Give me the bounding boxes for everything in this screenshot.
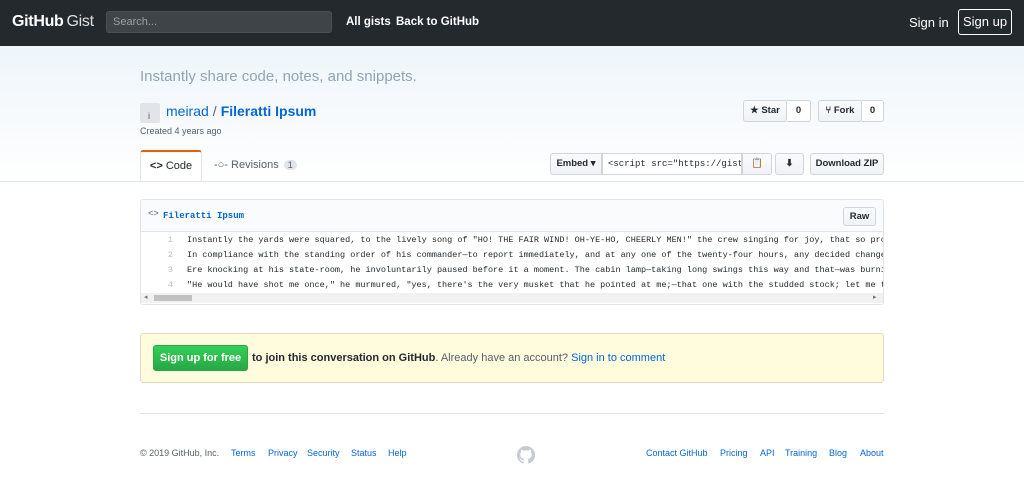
sign-in-link[interactable]: Sign in bbox=[909, 15, 949, 30]
title-separator: / bbox=[212, 103, 217, 119]
sign-up-free-button[interactable]: Sign up for free bbox=[153, 345, 248, 371]
github-mark-icon[interactable] bbox=[517, 446, 535, 464]
footer-copyright: © 2019 GitHub, Inc. bbox=[140, 448, 220, 458]
scroll-left-icon[interactable]: ◂ bbox=[144, 293, 148, 301]
download-icon: ⬇ bbox=[785, 158, 794, 169]
line-number[interactable]: 4 bbox=[141, 278, 173, 293]
logo-github-text: GitHub bbox=[12, 13, 64, 30]
scrollbar-thumb[interactable] bbox=[154, 295, 192, 301]
copy-button[interactable]: 📋 bbox=[742, 153, 772, 175]
star-button[interactable]: ★ Star bbox=[743, 100, 787, 122]
fork-label: Fork bbox=[833, 105, 855, 116]
line-text: Instantly the yards were squared, to the… bbox=[187, 235, 883, 245]
github-gist-logo[interactable]: GitHub Gist bbox=[12, 13, 94, 31]
comment-mid-text: . Already have an account? bbox=[435, 352, 572, 364]
created-time: Created 4 years ago bbox=[140, 126, 222, 136]
code-line: 4 "He would have shot me once," he murmur… bbox=[141, 278, 883, 293]
code-line: 3 Ere knocking at his state-room, he invo… bbox=[141, 263, 883, 278]
footer-help[interactable]: Help bbox=[388, 448, 407, 458]
footer-privacy[interactable]: Privacy bbox=[268, 448, 298, 458]
avatar[interactable]: i bbox=[140, 103, 160, 123]
footer-about[interactable]: About bbox=[860, 448, 884, 458]
footer-security[interactable]: Security bbox=[307, 448, 340, 458]
tagline: Instantly share code, notes, and snippet… bbox=[140, 68, 417, 85]
embed-select[interactable]: Embed ▾ bbox=[550, 153, 602, 175]
tab-code-label: Code bbox=[165, 160, 193, 172]
footer-divider bbox=[140, 413, 884, 414]
file-code-icon: <> bbox=[148, 209, 159, 219]
line-text: "He would have shot me once," he murmure… bbox=[187, 280, 883, 290]
line-number[interactable]: 2 bbox=[141, 248, 173, 263]
tab-revisions[interactable]: -○- Revisions 1 bbox=[214, 159, 297, 171]
star-count[interactable]: 0 bbox=[787, 100, 811, 122]
scroll-right-icon[interactable]: ▸ bbox=[873, 293, 877, 301]
line-text: Ere knocking at his state-room, he invol… bbox=[187, 265, 883, 275]
fork-icon: ⑂ bbox=[825, 105, 832, 116]
code-line: 1 Instantly the yards were squared, to th… bbox=[141, 233, 883, 248]
gist-name-link[interactable]: Fileratti Ipsum bbox=[221, 103, 317, 119]
caret-down-icon: ▾ bbox=[590, 158, 596, 169]
gist-title: meirad / Fileratti Ipsum bbox=[166, 103, 316, 119]
footer-training[interactable]: Training bbox=[785, 448, 817, 458]
tab-code[interactable]: <> Code bbox=[140, 150, 202, 181]
download-button[interactable]: ⬇ bbox=[775, 153, 804, 175]
file-name-link[interactable]: Fileratti Ipsum bbox=[163, 211, 244, 221]
nav-back-to-github[interactable]: Back to GitHub bbox=[396, 16, 479, 28]
revisions-count-badge: 1 bbox=[283, 160, 297, 170]
line-text: In compliance with the standing order of… bbox=[187, 250, 883, 260]
footer-terms[interactable]: Terms bbox=[231, 448, 256, 458]
fork-button[interactable]: ⑂ Fork bbox=[818, 100, 862, 122]
line-number[interactable]: 3 bbox=[141, 263, 173, 278]
comment-bold-text: to join this conversation on GitHub bbox=[252, 352, 436, 364]
file-header: <> Fileratti Ipsum Raw bbox=[141, 200, 883, 232]
fork-count[interactable]: 0 bbox=[862, 100, 884, 122]
footer-pricing[interactable]: Pricing bbox=[720, 448, 748, 458]
clipboard-icon: 📋 bbox=[751, 158, 763, 169]
nav-all-gists[interactable]: All gists bbox=[346, 16, 391, 28]
owner-link[interactable]: meirad bbox=[166, 103, 209, 119]
file-box: <> Fileratti Ipsum Raw 1 Instantly the ya… bbox=[140, 199, 884, 305]
star-icon: ★ bbox=[750, 105, 759, 116]
signup-comment-box: Sign up for free to join this conversati… bbox=[140, 333, 884, 383]
raw-button[interactable]: Raw bbox=[843, 207, 876, 226]
embed-label: Embed bbox=[556, 158, 589, 169]
avatar-glyph: i bbox=[148, 111, 150, 121]
footer-contact[interactable]: Contact GitHub bbox=[646, 448, 708, 458]
tab-revisions-label: Revisions bbox=[231, 159, 279, 171]
horizontal-scrollbar[interactable]: ◂ ▸ bbox=[141, 293, 883, 303]
footer-api[interactable]: API bbox=[760, 448, 775, 458]
logo-gist-text: Gist bbox=[66, 13, 95, 30]
code-icon: <> bbox=[149, 160, 163, 172]
line-number[interactable]: 1 bbox=[141, 233, 173, 248]
footer-blog[interactable]: Blog bbox=[829, 448, 847, 458]
embed-code-field[interactable]: <script src="https://gist. bbox=[602, 153, 742, 175]
top-header: GitHubGist All gists Back to GitHub Sign… bbox=[0, 0, 1024, 46]
sign-in-to-comment-link[interactable]: Sign in to comment bbox=[571, 352, 665, 364]
comment-message: to join this conversation on GitHub. Alr… bbox=[252, 352, 665, 364]
sign-up-button[interactable]: Sign up bbox=[958, 9, 1012, 35]
download-zip-button[interactable]: Download ZIP bbox=[810, 153, 884, 175]
code-line: 2 In compliance with the standing order o… bbox=[141, 248, 883, 263]
star-label: Star bbox=[761, 105, 780, 116]
footer-status[interactable]: Status bbox=[351, 448, 377, 458]
search-input[interactable] bbox=[106, 11, 332, 33]
revisions-icon: -○- bbox=[214, 159, 228, 171]
